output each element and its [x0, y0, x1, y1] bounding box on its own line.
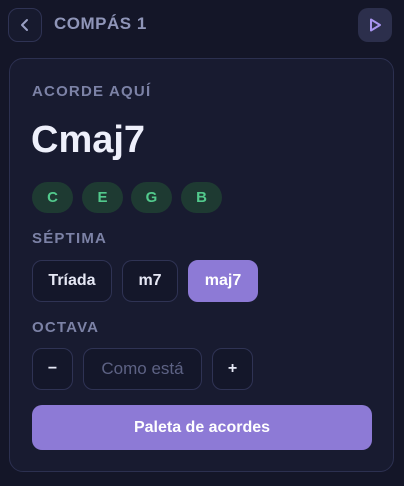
note-pill-b: B: [181, 182, 222, 213]
note-pill-g: G: [131, 182, 172, 213]
note-pill-c: C: [32, 182, 73, 213]
play-button[interactable]: [358, 8, 392, 42]
octave-section-label: OCTAVA: [32, 319, 100, 336]
octave-decrement-button[interactable]: −: [32, 348, 73, 390]
seventh-option-maj7[interactable]: maj7: [188, 260, 258, 302]
seventh-section-label: SÉPTIMA: [32, 230, 108, 247]
chord-name: Cmaj7: [31, 119, 146, 161]
note-pill-e: E: [82, 182, 123, 213]
chevron-left-icon: [21, 19, 28, 31]
chord-card: ACORDE AQUÍ Cmaj7 C E G B SÉPTIMA Tríada…: [9, 58, 394, 472]
top-bar: COMPÁS 1: [0, 0, 404, 50]
seventh-option-triad[interactable]: Tríada: [32, 260, 112, 302]
seventh-option-m7[interactable]: m7: [122, 260, 178, 302]
octave-value: Como está: [83, 348, 202, 390]
chord-section-label: ACORDE AQUÍ: [32, 83, 152, 100]
chord-palette-button[interactable]: Paleta de acordes: [32, 405, 372, 450]
back-button[interactable]: [8, 8, 42, 42]
octave-increment-button[interactable]: +: [212, 348, 253, 390]
play-icon: [370, 18, 381, 32]
measure-title: COMPÁS 1: [54, 14, 147, 33]
